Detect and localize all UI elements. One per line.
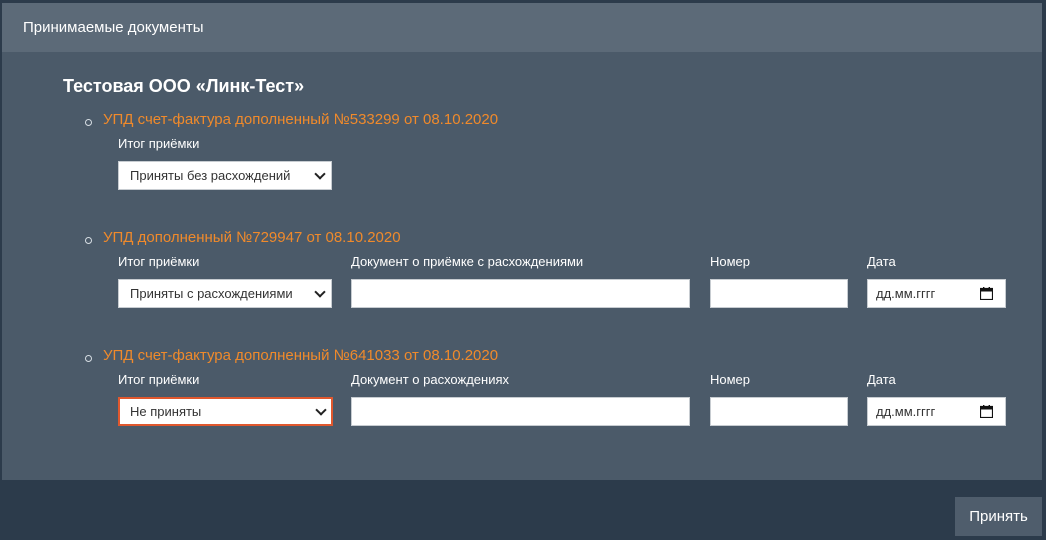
number-input[interactable] — [710, 397, 848, 426]
discrepancy-document-label: Документ о приёмке с расхождениями — [351, 254, 584, 269]
result-select[interactable]: Не приняты — [118, 397, 333, 426]
result-select-value: Приняты без расхождений — [130, 168, 291, 183]
accepted-documents-panel: Принимаемые документы Тестовая ООО «Линк… — [2, 3, 1042, 480]
number-label: Номер — [710, 372, 751, 387]
organization-name: Тестовая ООО «Линк-Тест» — [63, 76, 305, 96]
bullet-icon — [85, 237, 92, 244]
document-title: УПД дополненный №729947 от 08.10.2020 — [103, 229, 401, 246]
number-label: Номер — [710, 254, 751, 269]
calendar-icon[interactable] — [980, 287, 993, 300]
result-label: Итог приёмки — [118, 254, 200, 269]
result-select[interactable]: Приняты без расхождений — [118, 161, 332, 190]
accept-button[interactable]: Принять — [955, 497, 1042, 536]
discrepancy-document-input[interactable] — [351, 397, 690, 426]
date-label: Дата — [867, 254, 896, 269]
chevron-down-icon — [314, 286, 326, 298]
result-select-value: Приняты с расхождениями — [130, 286, 293, 301]
result-select[interactable]: Приняты с расхождениями — [118, 279, 332, 308]
bullet-icon — [85, 355, 92, 362]
result-label: Итог приёмки — [118, 136, 200, 151]
result-label: Итог приёмки — [118, 372, 200, 387]
bullet-icon — [85, 119, 92, 126]
date-input[interactable]: дд.мм.гггг — [867, 397, 1006, 426]
date-label: Дата — [867, 372, 896, 387]
document-title: УПД счет-фактура дополненный №641033 от … — [103, 347, 499, 364]
calendar-icon[interactable] — [980, 405, 993, 418]
chevron-down-icon — [315, 404, 327, 416]
result-select-value: Не приняты — [130, 404, 202, 419]
date-placeholder: дд.мм.гггг — [876, 404, 936, 419]
date-placeholder: дд.мм.гггг — [876, 286, 936, 301]
date-input[interactable]: дд.мм.гггг — [867, 279, 1006, 308]
number-input[interactable] — [710, 279, 848, 308]
document-title: УПД счет-фактура дополненный №533299 от … — [103, 111, 499, 128]
chevron-down-icon — [314, 168, 326, 180]
discrepancy-document-input[interactable] — [351, 279, 690, 308]
discrepancy-document-label: Документ о расхождениях — [351, 372, 510, 387]
panel-header: Принимаемые документы — [2, 3, 1042, 52]
